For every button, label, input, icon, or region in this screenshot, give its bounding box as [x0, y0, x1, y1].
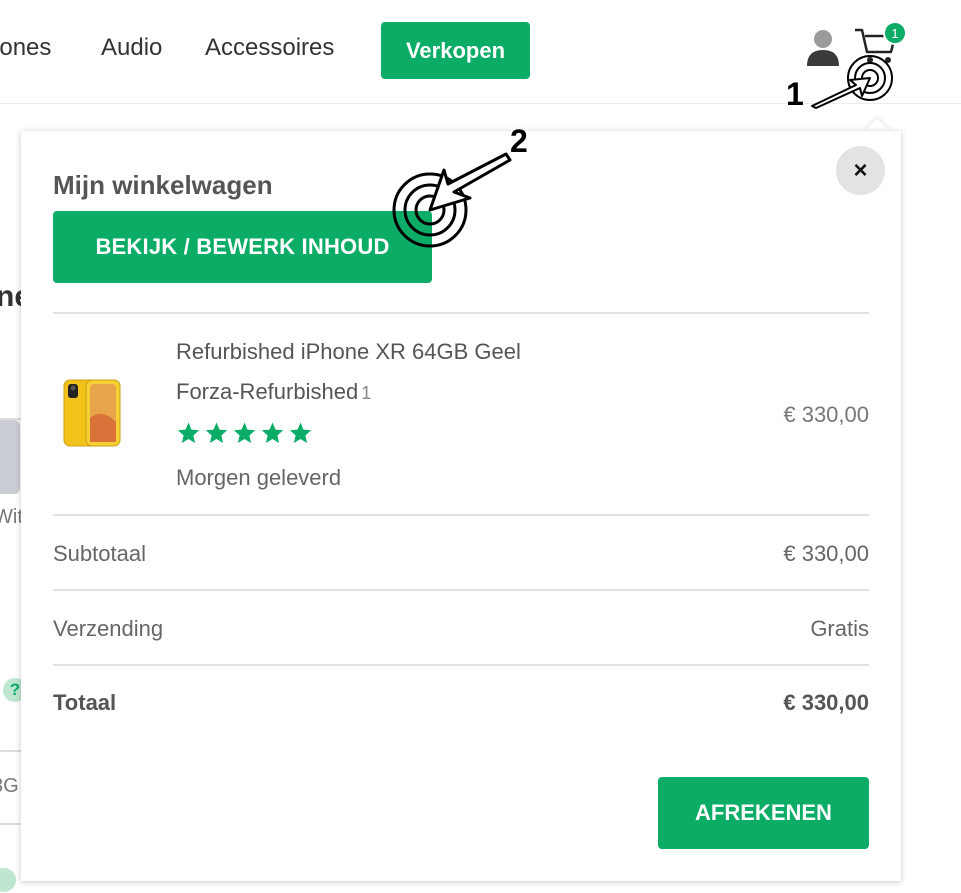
nav-link-phones[interactable]: hones: [0, 34, 51, 62]
background-divider: [0, 418, 22, 420]
star-icon: [233, 422, 256, 443]
target-pointer-icon: [811, 55, 893, 109]
total-label: Totaal: [53, 690, 117, 715]
background-divider: [0, 750, 22, 752]
background-divider: [0, 823, 22, 825]
close-button[interactable]: ×: [836, 146, 885, 195]
subtotal-label: Subtotaal: [53, 541, 146, 566]
cart-count-badge: 1: [883, 21, 907, 45]
view-edit-cart-button[interactable]: BEKIJK / BEWERK INHOUD: [53, 211, 432, 283]
total-value: € 330,00: [783, 690, 869, 715]
seller-count: 1: [361, 383, 372, 403]
shipping-value: Gratis: [810, 616, 869, 641]
divider: [53, 589, 869, 591]
nav-link-audio[interactable]: Audio: [101, 34, 162, 62]
background-status-dot: [0, 868, 16, 892]
background-spec-fragment: 3G: [0, 775, 19, 797]
shipping-label: Verzending: [53, 616, 164, 641]
product-seller: Forza-Refurbished 1: [176, 379, 371, 405]
product-image[interactable]: [62, 378, 122, 455]
sell-button[interactable]: Verkopen: [381, 22, 530, 79]
annotation-number-1: 1: [786, 76, 804, 112]
close-icon: ×: [853, 156, 868, 184]
rating-stars: [176, 421, 313, 445]
product-price: € 330,00: [783, 402, 869, 427]
target-pointer-icon: [392, 152, 512, 248]
star-icon: [205, 422, 228, 443]
seller-name[interactable]: Forza-Refurbished: [176, 379, 358, 404]
divider: [53, 514, 869, 516]
star-icon: [261, 422, 284, 443]
cart-title: Mijn winkelwagen: [53, 170, 273, 200]
subtotal-value: € 330,00: [783, 541, 869, 566]
nav-link-accessoires[interactable]: Accessoires: [205, 34, 334, 62]
star-icon: [289, 422, 312, 443]
divider: [53, 664, 869, 666]
background-product-thumbnail: [0, 420, 20, 494]
delivery-status: Morgen geleverd: [176, 465, 342, 490]
product-name[interactable]: Refurbished iPhone XR 64GB Geel: [176, 339, 521, 365]
star-icon: [177, 422, 200, 443]
background-caption-fragment: Wit: [0, 506, 23, 528]
checkout-button[interactable]: AFREKENEN: [658, 777, 869, 849]
divider: [53, 312, 869, 314]
